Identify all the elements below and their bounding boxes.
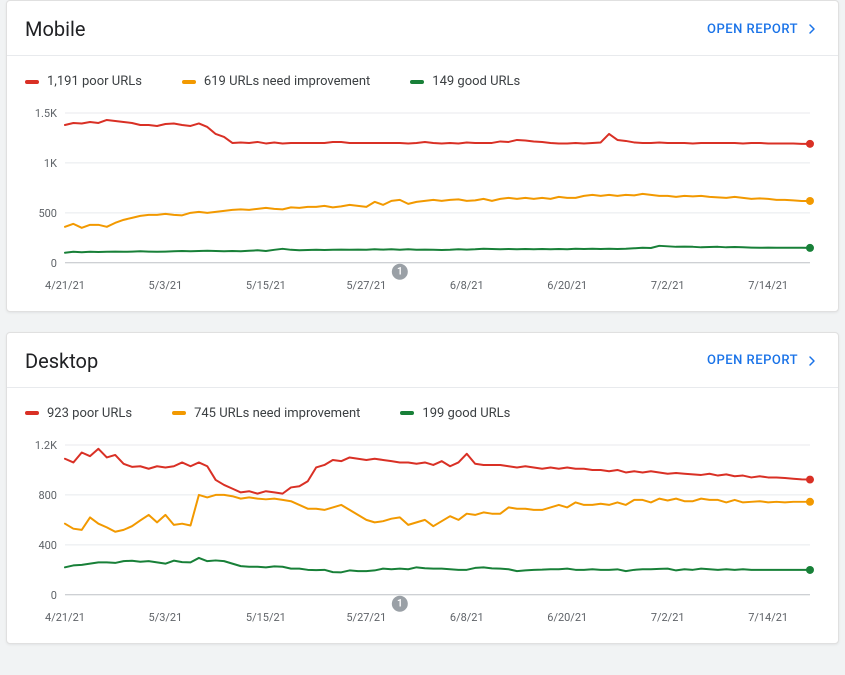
chart-legend: 923 poor URLs 745 URLs need improvement 19… [7,388,838,427]
y-tick-label: 1.2K [35,439,57,452]
y-tick-label: 0 [51,257,57,270]
x-tick-label: 7/2/21 [651,279,685,292]
legend-swatch [400,411,414,415]
chevron-right-icon [804,21,820,37]
y-tick-label: 500 [38,207,56,220]
line-chart: 0 500 1K 1.5K 1 4/21/21 5/3/21 5/15/21 5/27/21 6/… [25,103,820,293]
series-good [65,558,810,572]
legend-swatch [25,411,39,415]
legend-item-needs[interactable]: 619 URLs need improvement [182,74,370,89]
legend-item-poor[interactable]: 923 poor URLs [25,406,132,421]
series-needs [65,495,810,532]
card-header: Desktop OPEN REPORT [7,333,838,387]
series-good [65,246,810,253]
legend-swatch [172,411,186,415]
series-end-dot [806,140,814,148]
x-tick-label: 7/2/21 [651,611,685,624]
y-tick-label: 400 [38,539,56,552]
chart-legend: 1,191 poor URLs 619 URLs need improvement… [7,56,838,95]
series-needs [65,194,810,228]
legend-label: 199 good URLs [422,406,510,421]
card-header: Mobile OPEN REPORT [7,1,838,55]
series-poor [65,120,810,144]
card-title: Mobile [25,17,85,41]
chart-area: 0 500 1K 1.5K 1 4/21/21 5/3/21 5/15/21 5/27/21 6/… [7,95,838,311]
chevron-right-icon [804,353,820,369]
open-report-button[interactable]: OPEN REPORT [707,353,820,369]
legend-item-poor[interactable]: 1,191 poor URLs [25,74,142,89]
legend-label: 1,191 poor URLs [47,74,142,89]
y-tick-label: 1K [44,157,57,170]
x-tick-label: 5/27/21 [346,611,386,624]
open-report-button[interactable]: OPEN REPORT [707,21,820,37]
y-tick-label: 800 [38,489,56,502]
legend-swatch [410,80,424,84]
x-tick-label: 5/15/21 [246,611,286,624]
series-poor [65,449,810,494]
open-report-label: OPEN REPORT [707,353,798,368]
desktop-card: Desktop OPEN REPORT 923 poor URLs 745 URLs … [6,332,839,644]
x-tick-label: 6/20/21 [547,611,587,624]
x-tick-label: 4/21/21 [45,279,85,292]
x-tick-label: 5/3/21 [149,611,183,624]
series-end-dot [806,566,814,574]
x-tick-label: 6/20/21 [547,279,587,292]
x-tick-label: 5/15/21 [246,279,286,292]
legend-item-good[interactable]: 149 good URLs [410,74,520,89]
mobile-card: Mobile OPEN REPORT 1,191 poor URLs 619 URLs… [6,0,839,312]
legend-label: 619 URLs need improvement [204,74,370,89]
legend-swatch [25,80,39,84]
line-chart: 0 400 800 1.2K 1 4/21/21 5/3/21 5/15/21 5/27/21 6… [25,435,820,625]
y-tick-label: 0 [51,589,57,602]
card-title: Desktop [25,349,98,373]
legend-item-needs[interactable]: 745 URLs need improvement [172,406,360,421]
x-tick-label: 6/8/21 [450,279,484,292]
legend-label: 923 poor URLs [47,406,132,421]
legend-swatch [182,80,196,84]
chart-area: 0 400 800 1.2K 1 4/21/21 5/3/21 5/15/21 5/27/21 6… [7,427,838,643]
x-tick-label: 7/14/21 [748,279,788,292]
annotation-label: 1 [397,266,403,277]
x-tick-label: 4/21/21 [45,611,85,624]
y-tick-label: 1.5K [35,107,57,120]
x-tick-label: 5/3/21 [149,279,183,292]
annotation-label: 1 [397,598,403,609]
open-report-label: OPEN REPORT [707,22,798,37]
series-end-dot [806,244,814,252]
series-end-dot [806,498,814,506]
x-tick-label: 5/27/21 [346,279,386,292]
x-tick-label: 7/14/21 [748,611,788,624]
series-end-dot [806,475,814,483]
legend-label: 149 good URLs [432,74,520,89]
legend-label: 745 URLs need improvement [194,406,360,421]
legend-item-good[interactable]: 199 good URLs [400,406,510,421]
series-end-dot [806,197,814,205]
x-tick-label: 6/8/21 [450,611,484,624]
